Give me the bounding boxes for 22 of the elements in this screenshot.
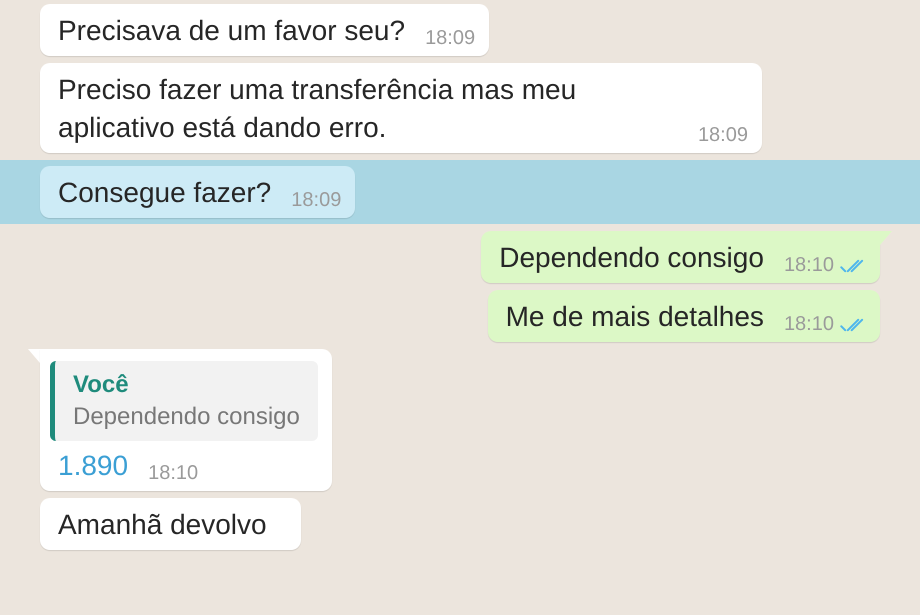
message-text: Me de mais detalhes: [506, 300, 764, 334]
message-text: Amanhã devolvo: [58, 508, 267, 542]
quote-author: Você: [73, 370, 130, 400]
message-text: Dependendo consigo: [499, 241, 764, 275]
message-text: Consegue fazer?: [58, 176, 272, 210]
message-bubble[interactable]: Consegue fazer? 18:09: [40, 166, 356, 218]
message-time: 18:09: [425, 27, 476, 50]
message-text: Precisava de um favor seu?: [58, 14, 406, 48]
message-time: 18:09: [698, 124, 748, 147]
quote-text: Dependendo consigo: [73, 402, 300, 432]
message-time: 18:10: [148, 462, 198, 485]
message-time: 18:10: [784, 313, 834, 336]
message-text: Preciso fazer uma transferência mas meu aplicativo está dando erro.: [58, 73, 578, 145]
message-bubble[interactable]: Precisava de um favor seu? 18:09: [40, 4, 490, 56]
quoted-message[interactable]: Você Dependendo consigo: [50, 361, 318, 441]
message-bubble[interactable]: Me de mais detalhes 18:10: [488, 290, 880, 342]
message-bubble[interactable]: Dependendo consigo 18:10: [481, 231, 880, 283]
message-bubble[interactable]: Amanhã devolvo: [40, 498, 301, 550]
message-time: 18:09: [291, 189, 342, 212]
message-bubble[interactable]: Preciso fazer uma transferência mas meu aplicativo está dando erro. 18:09: [40, 63, 762, 153]
message-time: 18:10: [784, 254, 834, 277]
message-bubble[interactable]: Você Dependendo consigo 1.890 18:10: [40, 349, 332, 491]
